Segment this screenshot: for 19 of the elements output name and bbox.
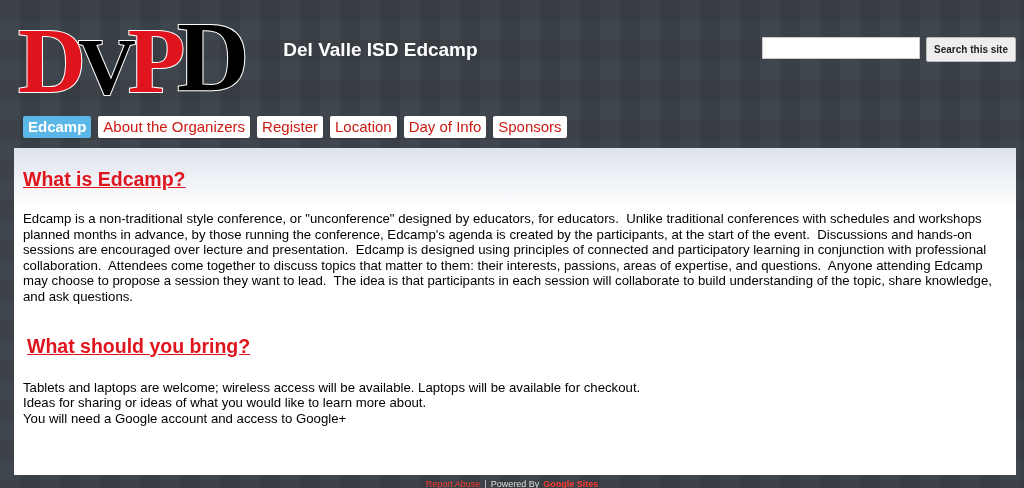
nav-tab[interactable]: Sponsors	[493, 116, 567, 138]
nav-tab[interactable]: About the Organizers	[98, 116, 251, 138]
nav-tab[interactable]: Location	[329, 116, 397, 138]
report-abuse-link[interactable]: Report Abuse	[425, 479, 481, 488]
section-heading: What is Edcamp?	[23, 168, 187, 191]
separator: |	[484, 479, 487, 488]
search-field[interactable]	[762, 36, 921, 59]
paragraph: Ideas for sharing or ideas of what you would like to learn more about.	[23, 395, 428, 411]
section-heading: What should you bring?	[27, 334, 252, 358]
paragraph: Tablets and laptops are welcome; wireless access will be available. Laptops will be available for checkout.	[23, 379, 642, 396]
paragraph: Edcamp is a non-traditional style conference, or "unconference" designed by educators, for educators. Unlike traditional conferences with schedules and workshops planned months in advance, by those running the conference, Edcamp's agenda is created by the participants, at the start of the event. Discussions and hands-on sessions are encouraged over lecture and presentation. Edcamp is designed using principles of connected and participatory learning in conjunction with professional collaboration. Attendees come together to discuss topics that matter to them: their interests, passions, areas of expertise, and questions. Anyone attending Edcamp may choose to propose a session they want to lead. The idea is that participants in each session will collaborate to build understanding of the topic, share knowledge, and ask questions.	[23, 211, 993, 305]
google-sites-link[interactable]: Google Sites	[543, 479, 599, 488]
nav-tab[interactable]: Register	[257, 116, 323, 138]
nav-tab[interactable]: Day of Info	[403, 116, 487, 138]
powered-by-text: Powered By	[490, 479, 540, 488]
site-title: Del Valle ISD Edcamp	[283, 39, 479, 61]
search-button[interactable]: Search this site	[926, 36, 1016, 62]
logo: DVPD	[18, 3, 250, 107]
paragraph: You will need a Google account and access to Google+	[23, 410, 348, 427]
